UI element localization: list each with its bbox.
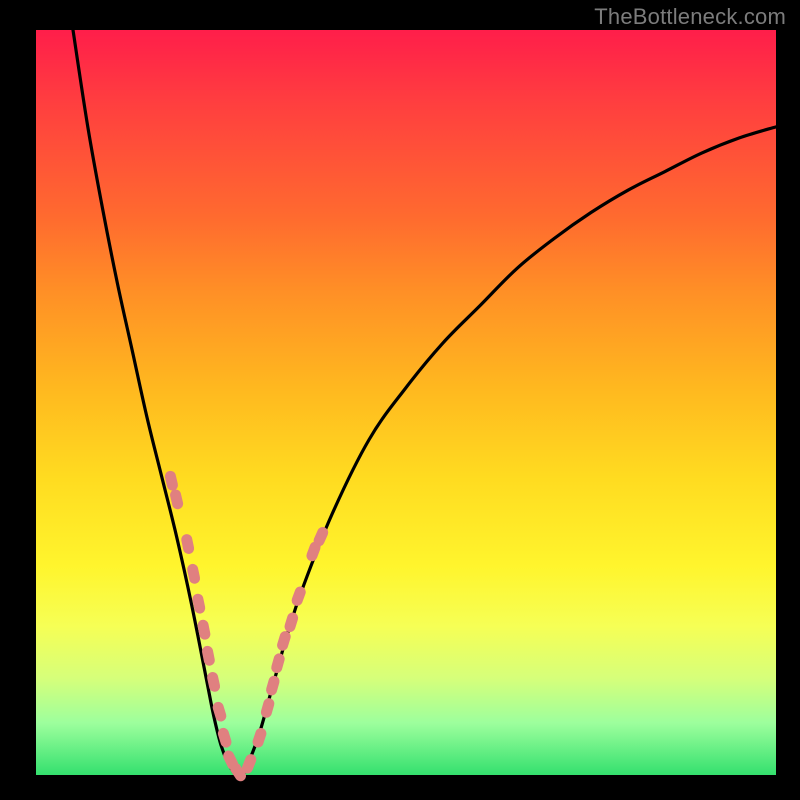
chart-frame: TheBottleneck.com [0, 0, 800, 800]
plot-area [36, 30, 776, 775]
curves-svg [36, 30, 776, 775]
data-marker [186, 563, 201, 585]
data-marker [276, 630, 292, 652]
data-marker [260, 697, 276, 719]
data-marker [283, 611, 299, 633]
marker-group [164, 470, 330, 784]
data-marker [270, 652, 286, 674]
data-marker [290, 585, 307, 608]
data-marker [265, 674, 281, 696]
watermark-text: TheBottleneck.com [594, 4, 786, 30]
data-marker [217, 727, 233, 749]
curve-right-branch [243, 127, 776, 775]
data-marker [169, 488, 184, 510]
data-marker [180, 533, 195, 555]
